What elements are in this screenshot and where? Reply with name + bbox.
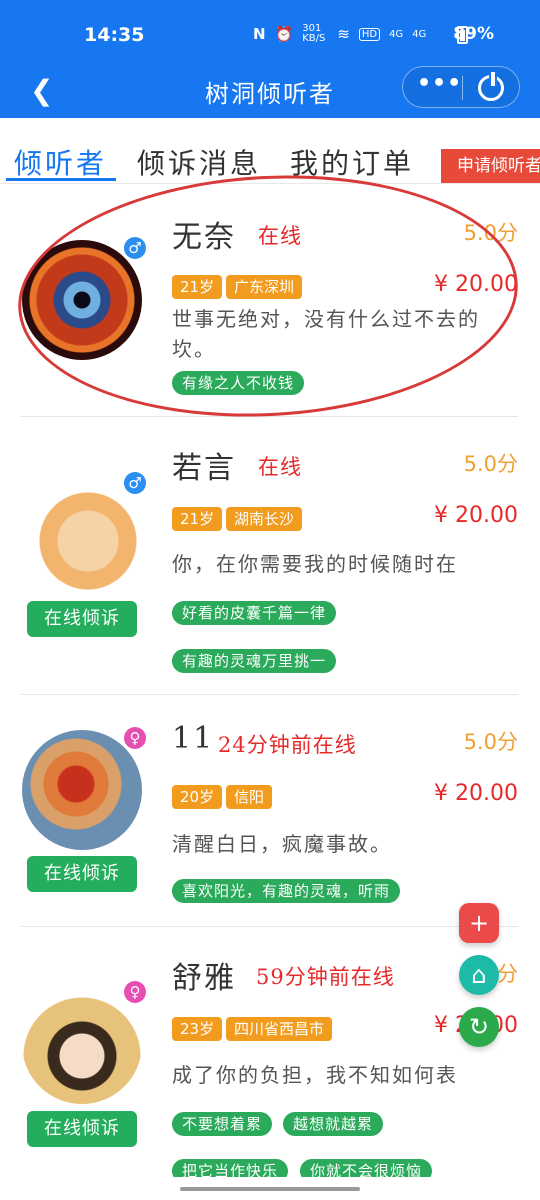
listener-bio: 成了你的负担，我不知如何表 — [172, 1063, 458, 1087]
listener-bio: 你，在你需要我的时候随时在 — [172, 552, 458, 576]
status-time: 14:35 — [84, 24, 145, 46]
listener-bio: 世事无绝对，没有什么过不去的坎。 — [172, 307, 480, 361]
age-badge: 23岁 — [172, 1017, 223, 1041]
listener-card[interactable]: ♂ 若言 在线 5.0分 21岁 湖南长沙 ¥ 20.00 你，在你需要我的时候… — [0, 417, 540, 695]
battery-level: 89% — [453, 24, 494, 44]
online-status: 在线 — [258, 455, 302, 479]
location-badge: 湖南长沙 — [226, 507, 303, 531]
location-badge: 信阳 — [226, 785, 273, 809]
mini-program-capsule: ••• — [402, 66, 520, 108]
navbar: ❮ 树洞倾听者 ••• — [0, 66, 540, 118]
interest-tag: 好看的皮囊千篇一律 — [172, 601, 337, 625]
interest-tag: 有缘之人不收钱 — [172, 371, 305, 395]
avatar — [22, 984, 142, 1104]
interest-tag: 有趣的灵魂万里挑一 — [172, 649, 337, 673]
age-badge: 21岁 — [172, 275, 223, 299]
listener-name: 舒雅 — [172, 961, 236, 996]
status-icons: N ⏰ 301 KB/S ≋ HD 4G 4G — [253, 24, 426, 44]
age-badge: 20岁 — [172, 785, 223, 809]
avatar — [22, 240, 142, 360]
location-badge: 广东深圳 — [226, 275, 303, 299]
more-icon[interactable]: ••• — [417, 71, 462, 96]
add-icon[interactable]: + — [459, 903, 499, 943]
female-icon: ♀ — [124, 727, 146, 749]
status-bar: 14:35 N ⏰ 301 KB/S ≋ HD 4G 4G 89% — [0, 0, 540, 66]
rating-score: 5.0分 — [463, 730, 518, 754]
online-status: 24分钟前在线 — [218, 733, 357, 757]
listener-name: 无奈 — [172, 220, 236, 255]
rating-score: 5.0分 — [463, 221, 518, 245]
interest-tag: 越想就越累 — [283, 1112, 384, 1136]
price: ¥ 20.00 — [434, 272, 518, 297]
alarm-icon: ⏰ — [274, 25, 294, 43]
hd-icon: HD — [358, 27, 381, 41]
refresh-icon[interactable]: ↻ — [459, 1007, 499, 1047]
online-talk-button[interactable]: 在线倾诉 — [27, 856, 137, 892]
price: ¥ 20.00 — [434, 503, 518, 528]
listener-card[interactable]: ♀ 11 24分钟前在线 5.0分 20岁 信阳 ¥ 20.00 清醒白日，疯魔… — [0, 695, 540, 927]
tab-orders[interactable]: 我的订单 — [290, 142, 414, 182]
rating-score: 5.0分 — [463, 452, 518, 476]
interest-tag: 把它当作快乐 — [172, 1159, 289, 1177]
home-indicator[interactable] — [180, 1187, 360, 1191]
wifi-icon: ≋ — [337, 25, 350, 43]
avatar — [22, 475, 142, 595]
online-status: 在线 — [258, 224, 302, 248]
age-badge: 21岁 — [172, 507, 223, 531]
male-icon: ♂ — [124, 237, 146, 259]
online-status: 59分钟前在线 — [256, 965, 395, 989]
home-icon[interactable]: ⌂ — [459, 955, 499, 995]
listener-card[interactable]: ♀ 舒雅 59分钟前在线 5.0分 23岁 四川省西昌市 ¥ 20.00 成了你… — [0, 927, 540, 1177]
net-speed-icon: 301 KB/S — [302, 23, 326, 44]
price: ¥ 20.00 — [434, 781, 518, 806]
tab-messages[interactable]: 倾诉消息 — [137, 142, 261, 182]
online-talk-button[interactable]: 在线倾诉 — [27, 1111, 137, 1147]
listener-card[interactable]: ♂ 无奈 在线 5.0分 21岁 广东深圳 ¥ 20.00 世事无绝对，没有什么… — [0, 184, 540, 417]
listener-bio: 清醒白日，疯魔事故。 — [172, 832, 392, 856]
active-tab-indicator — [6, 178, 116, 181]
female-icon: ♀ — [124, 981, 146, 1003]
online-talk-button[interactable]: 在线倾诉 — [27, 601, 137, 637]
interest-tag: 喜欢阳光，有趣的灵魂，听雨 — [172, 879, 401, 903]
listener-name: 若言 — [172, 451, 236, 486]
avatar — [22, 730, 142, 850]
signal-icon: 4G — [389, 28, 404, 40]
interest-tag: 你就不会很烦恼 — [300, 1159, 433, 1177]
nfc-icon: N — [253, 25, 266, 43]
apply-listener-button[interactable]: 申请倾听者 — [441, 149, 540, 183]
interest-tag: 不要想着累 — [172, 1112, 273, 1136]
signal-icon: 4G — [412, 28, 427, 40]
male-icon: ♂ — [124, 472, 146, 494]
power-icon[interactable] — [478, 72, 504, 101]
listener-name: 11 — [172, 721, 215, 756]
location-badge: 四川省西昌市 — [226, 1017, 333, 1041]
tab-listeners[interactable]: 倾听者 — [14, 142, 107, 182]
capsule-divider — [462, 76, 463, 100]
